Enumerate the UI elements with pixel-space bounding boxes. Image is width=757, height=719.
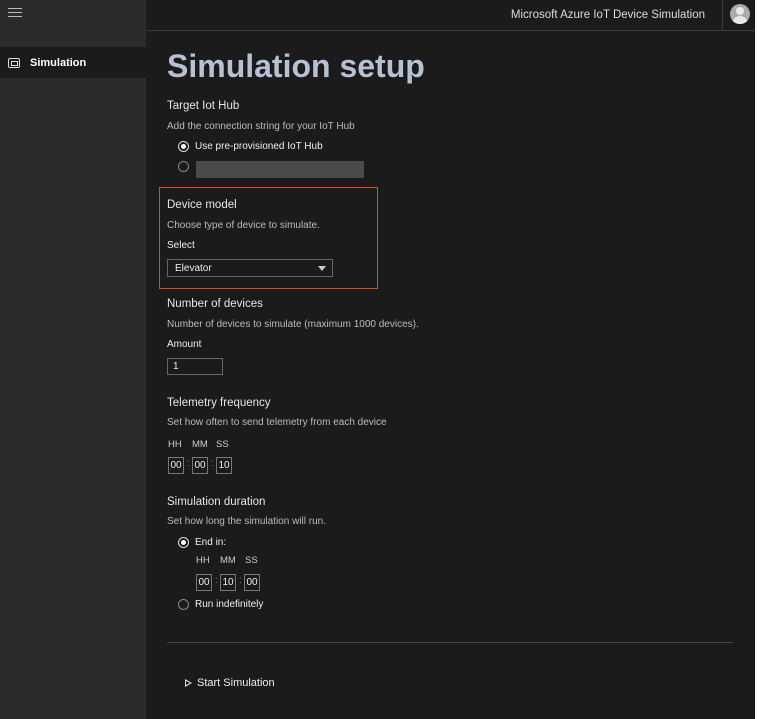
- telemetry-description: Set how often to send telemetry from eac…: [167, 417, 387, 428]
- end-in-radio[interactable]: [178, 537, 189, 548]
- sidebar-item-label: Simulation: [30, 56, 87, 69]
- time-separator: :: [215, 575, 218, 586]
- start-simulation-label: Start Simulation: [197, 677, 275, 689]
- devices-title: Number of devices: [167, 298, 263, 310]
- duration-hh-label: HH: [196, 555, 210, 566]
- device-model-title: Device model: [167, 199, 237, 211]
- device-model-selected-value: Elevator: [175, 263, 212, 274]
- target-hub-description: Add the connection string for your IoT H…: [167, 121, 355, 132]
- topbar-divider: [722, 0, 723, 31]
- telemetry-hh-label: HH: [168, 439, 182, 450]
- device-model-select-label: Select: [167, 240, 195, 251]
- duration-minutes-input[interactable]: 10: [220, 574, 236, 591]
- duration-description: Set how long the simulation will run.: [167, 516, 326, 527]
- sidebar-item-simulation[interactable]: Simulation: [0, 47, 146, 78]
- device-model-description: Choose type of device to simulate.: [167, 220, 320, 231]
- end-in-label: End in:: [195, 537, 227, 548]
- devices-description: Number of devices to simulate (maximum 1…: [167, 319, 419, 330]
- hamburger-menu-icon[interactable]: [8, 8, 22, 20]
- time-separator: :: [211, 458, 214, 469]
- main-content: Simulation setup Target Iot Hub Add the …: [146, 31, 755, 719]
- run-indefinitely-label: Run indefinitely: [195, 599, 264, 610]
- telemetry-hours-input[interactable]: 00: [168, 457, 184, 474]
- device-model-select[interactable]: Elevator: [167, 259, 333, 277]
- duration-ss-label: SS: [245, 555, 258, 566]
- telemetry-ss-label: SS: [216, 439, 229, 450]
- connection-string-input[interactable]: [196, 161, 364, 178]
- time-separator: :: [187, 458, 190, 469]
- play-icon: [185, 679, 192, 687]
- duration-mm-label: MM: [220, 555, 236, 566]
- preprovisioned-hub-label: Use pre-provisioned IoT Hub: [195, 141, 323, 152]
- simulation-icon: [8, 57, 20, 68]
- telemetry-title: Telemetry frequency: [167, 397, 271, 409]
- time-separator: :: [239, 575, 242, 586]
- target-hub-title: Target Iot Hub: [167, 100, 240, 112]
- amount-input[interactable]: 1: [167, 358, 223, 375]
- telemetry-mm-label: MM: [192, 439, 208, 450]
- duration-seconds-input[interactable]: 00: [244, 574, 260, 591]
- amount-label: Amount: [167, 339, 202, 350]
- divider: [167, 642, 733, 643]
- start-simulation-button[interactable]: Start Simulation: [185, 677, 275, 689]
- app-title: Microsoft Azure IoT Device Simulation: [510, 9, 705, 21]
- duration-hours-input[interactable]: 00: [196, 574, 212, 591]
- telemetry-minutes-input[interactable]: 00: [192, 457, 208, 474]
- run-indefinitely-radio[interactable]: [178, 599, 189, 610]
- user-avatar-icon[interactable]: [730, 4, 750, 24]
- custom-hub-radio[interactable]: [178, 161, 189, 172]
- telemetry-seconds-input[interactable]: 10: [216, 457, 232, 474]
- duration-title: Simulation duration: [167, 496, 266, 508]
- sidebar: Simulation: [0, 0, 146, 719]
- chevron-down-icon: [318, 266, 326, 271]
- preprovisioned-hub-radio[interactable]: [178, 141, 189, 152]
- top-bar: Microsoft Azure IoT Device Simulation: [146, 0, 755, 31]
- page-title: Simulation setup: [167, 48, 425, 84]
